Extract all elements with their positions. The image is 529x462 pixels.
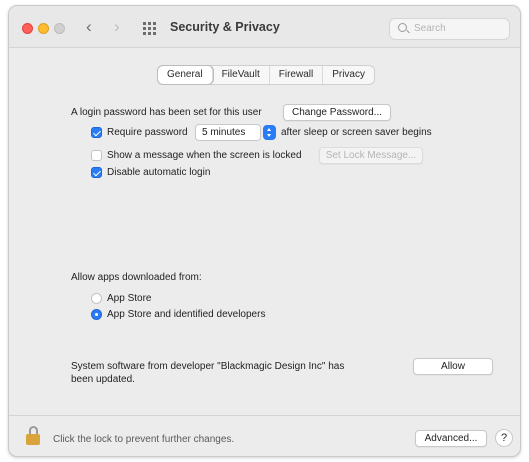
search-icon bbox=[398, 23, 407, 32]
zoom-window-button[interactable] bbox=[54, 23, 65, 34]
app-store-label: App Store bbox=[107, 293, 152, 304]
tab-firewall[interactable]: Firewall bbox=[270, 66, 324, 84]
lock-icon[interactable] bbox=[26, 426, 40, 446]
app-store-identified-label: App Store and identified developers bbox=[107, 309, 266, 320]
tab-general[interactable]: General bbox=[158, 66, 213, 84]
show-all-grid-icon[interactable] bbox=[143, 22, 156, 35]
app-store-identified-radio[interactable] bbox=[91, 309, 102, 320]
require-password-label: Require password bbox=[107, 127, 188, 138]
title-bar: ‹ › Security & Privacy Search bbox=[9, 6, 520, 48]
system-software-message-line2: been updated. bbox=[71, 374, 135, 385]
forward-chevron-icon[interactable]: › bbox=[114, 17, 120, 37]
delay-stepper-icon[interactable] bbox=[263, 125, 276, 140]
login-password-text: A login password has been set for this u… bbox=[71, 107, 262, 118]
help-button[interactable]: ? bbox=[495, 429, 513, 447]
search-field[interactable]: Search bbox=[389, 18, 510, 40]
tab-bar: General FileVault Firewall Privacy bbox=[157, 65, 375, 85]
back-chevron-icon[interactable]: ‹ bbox=[86, 17, 92, 37]
require-password-checkbox[interactable] bbox=[91, 127, 102, 138]
app-store-radio[interactable] bbox=[91, 293, 102, 304]
set-lock-message-button[interactable]: Set Lock Message... bbox=[319, 147, 423, 164]
change-password-button[interactable]: Change Password... bbox=[283, 104, 391, 121]
show-message-label: Show a message when the screen is locked bbox=[107, 150, 302, 161]
lock-status-text: Click the lock to prevent further change… bbox=[53, 434, 235, 445]
search-placeholder: Search bbox=[414, 23, 446, 34]
allow-apps-heading: Allow apps downloaded from: bbox=[71, 272, 202, 283]
disable-auto-login-checkbox[interactable] bbox=[91, 167, 102, 178]
allow-button[interactable]: Allow bbox=[413, 358, 493, 375]
tab-filevault[interactable]: FileVault bbox=[213, 66, 270, 84]
show-message-checkbox[interactable] bbox=[91, 150, 102, 161]
disable-auto-login-label: Disable automatic login bbox=[107, 167, 211, 178]
window-title: Security & Privacy bbox=[170, 20, 280, 34]
tab-privacy[interactable]: Privacy bbox=[323, 66, 374, 84]
advanced-button[interactable]: Advanced... bbox=[415, 430, 487, 447]
minimize-window-button[interactable] bbox=[38, 23, 49, 34]
require-password-delay-popup[interactable]: 5 minutes bbox=[195, 124, 261, 141]
security-privacy-window: ‹ › Security & Privacy Search General Fi… bbox=[8, 5, 521, 457]
after-sleep-text: after sleep or screen saver begins bbox=[281, 127, 432, 138]
close-window-button[interactable] bbox=[22, 23, 33, 34]
footer-divider bbox=[9, 415, 520, 416]
require-password-delay-value: 5 minutes bbox=[202, 127, 246, 138]
system-software-message-line1: System software from developer "Blackmag… bbox=[71, 361, 345, 372]
